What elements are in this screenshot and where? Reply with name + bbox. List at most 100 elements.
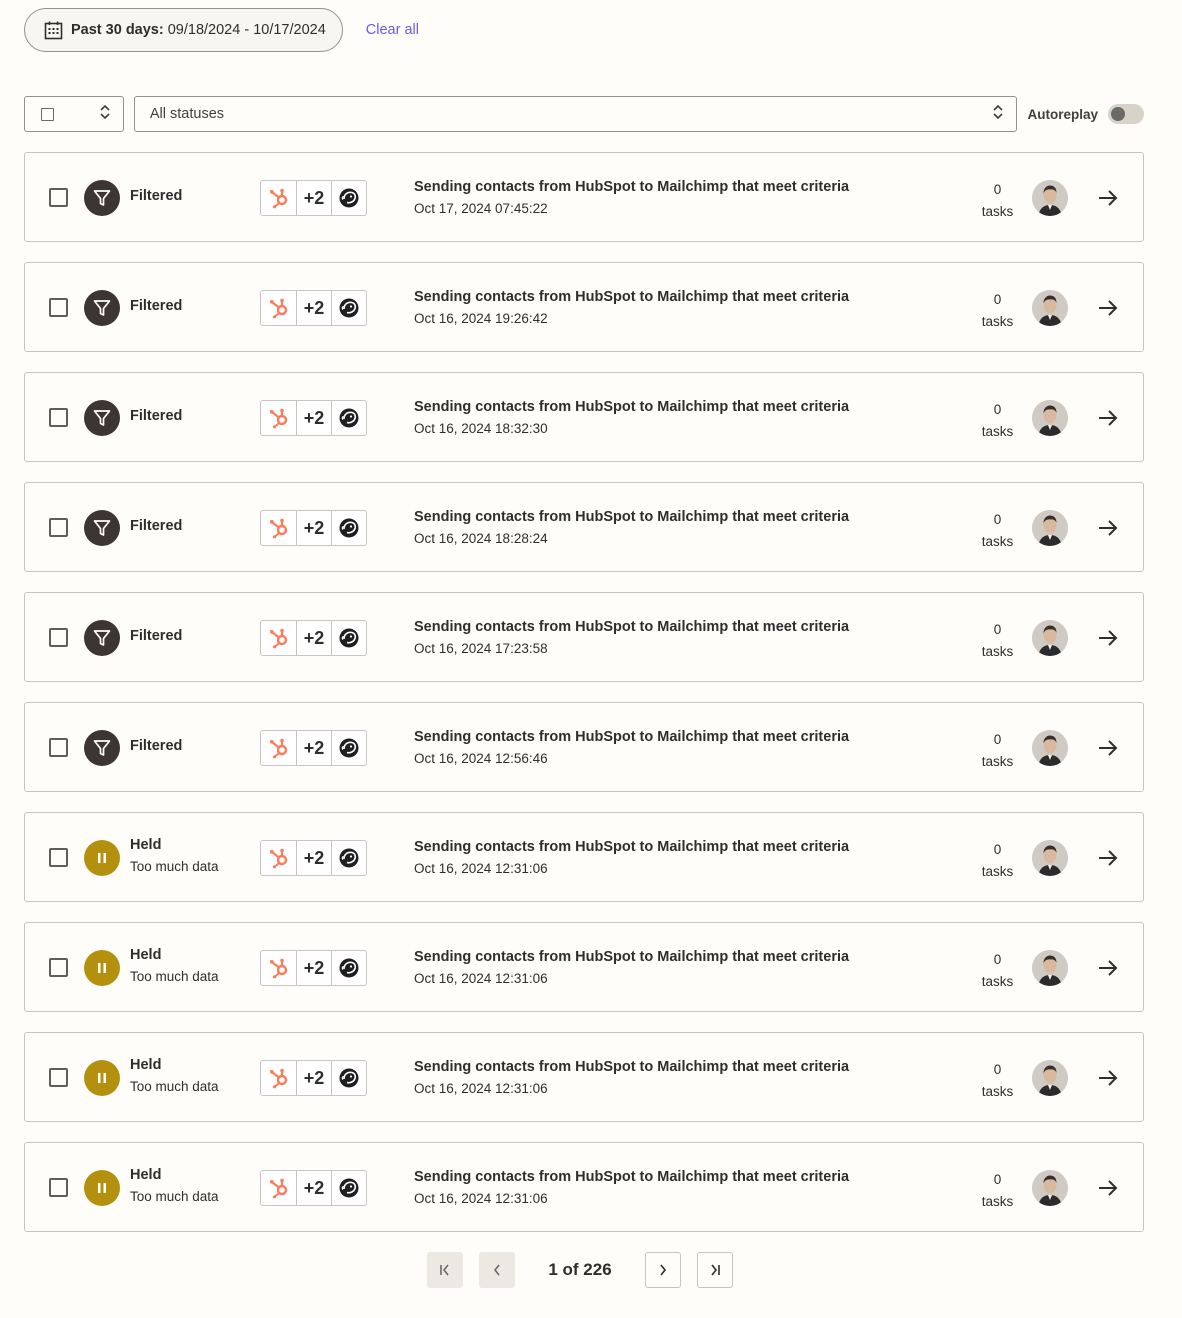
select-all-dropdown[interactable]	[24, 96, 124, 132]
pause-icon	[84, 840, 120, 876]
status-text: Filtered	[130, 298, 182, 314]
row-checkbox[interactable]	[49, 298, 68, 317]
date-filter-range: 09/18/2024 - 10/17/2024	[167, 22, 326, 38]
task-count: 0 tasks	[975, 179, 1020, 223]
row-checkbox[interactable]	[49, 738, 68, 757]
row-checkbox[interactable]	[49, 1178, 68, 1197]
more-apps-count: +2	[296, 511, 331, 545]
more-apps-count: +2	[296, 1061, 331, 1095]
zap-run-row[interactable]: Filtered +2 Sending contacts from HubSpo…	[24, 262, 1144, 352]
mailchimp-icon	[331, 291, 366, 325]
filter-funnel-icon	[84, 510, 120, 546]
next-page-button[interactable]	[645, 1252, 681, 1288]
zap-run-row[interactable]: Held Too much data +2 Sending contacts f…	[24, 812, 1144, 902]
task-count: 0 tasks	[975, 729, 1020, 773]
row-checkbox[interactable]	[49, 188, 68, 207]
zap-run-row[interactable]: Held Too much data +2 Sending contacts f…	[24, 922, 1144, 1012]
hubspot-icon	[261, 841, 296, 875]
filter-row: All statuses Autoreplay	[24, 96, 1144, 132]
task-count-value: 0	[993, 1172, 1002, 1187]
chevron-left-icon	[493, 1264, 500, 1276]
run-date: Oct 16, 2024 12:31:06	[414, 861, 548, 876]
arrow-right-icon[interactable]	[1096, 516, 1120, 540]
select-all-checkbox[interactable]	[41, 107, 54, 121]
zap-run-row[interactable]: Filtered +2 Sending contacts from HubSpo…	[24, 152, 1144, 242]
zap-run-row[interactable]: Filtered +2 Sending contacts from HubSpo…	[24, 482, 1144, 572]
date-filter-label: Past 30 days:	[71, 22, 164, 38]
autoreplay-toggle[interactable]	[1108, 104, 1144, 124]
zap-title: Sending contacts from HubSpot to Mailchi…	[414, 949, 850, 965]
status-label: Filtered	[130, 628, 183, 644]
more-apps-count: +2	[296, 291, 331, 325]
zap-run-row[interactable]: Held Too much data +2 Sending contacts f…	[24, 1142, 1144, 1232]
avatar	[1032, 840, 1068, 876]
zap-runs-list: Filtered +2 Sending contacts from HubSpo…	[24, 152, 1144, 1252]
zap-info: Sending contacts from HubSpot to Mailchi…	[414, 289, 849, 326]
arrow-right-icon[interactable]	[1096, 1066, 1120, 1090]
avatar	[1032, 510, 1068, 546]
arrow-right-icon[interactable]	[1096, 956, 1120, 980]
zap-info: Sending contacts from HubSpot to Mailchi…	[414, 949, 849, 986]
row-checkbox[interactable]	[49, 1068, 68, 1087]
arrow-right-icon[interactable]	[1096, 186, 1120, 210]
avatar	[1032, 950, 1068, 986]
task-count-label: tasks	[981, 1084, 1014, 1099]
arrow-right-icon[interactable]	[1096, 736, 1120, 760]
task-count-value: 0	[993, 732, 1002, 747]
avatar	[1032, 1060, 1068, 1096]
status-label: Held	[130, 837, 162, 853]
date-range-filter[interactable]: Past 30 days: 09/18/2024 - 10/17/2024	[24, 8, 343, 52]
zap-run-row[interactable]: Filtered +2 Sending contacts from HubSpo…	[24, 702, 1144, 792]
zap-run-row[interactable]: Filtered +2 Sending contacts from HubSpo…	[24, 592, 1144, 682]
more-apps-count: +2	[296, 951, 331, 985]
mailchimp-icon	[331, 511, 366, 545]
task-count-label: tasks	[981, 644, 1014, 659]
mailchimp-icon	[331, 1061, 366, 1095]
mailchimp-icon	[331, 951, 366, 985]
status-text: Held Too much data	[130, 1057, 219, 1094]
filter-funnel-icon	[84, 620, 120, 656]
status-text: Filtered	[130, 628, 182, 644]
app-icons: +2	[260, 1060, 367, 1096]
chevron-up-down-icon	[992, 104, 1004, 124]
autoreplay-label: Autoreplay	[1027, 106, 1098, 122]
avatar	[1032, 180, 1068, 216]
row-checkbox[interactable]	[49, 518, 68, 537]
row-checkbox[interactable]	[49, 848, 68, 867]
first-page-button[interactable]	[427, 1252, 463, 1288]
zap-info: Sending contacts from HubSpot to Mailchi…	[414, 729, 849, 766]
clear-all-link[interactable]: Clear all	[366, 22, 419, 38]
zap-run-row[interactable]: Filtered +2 Sending contacts from HubSpo…	[24, 372, 1144, 462]
zap-title: Sending contacts from HubSpot to Mailchi…	[414, 399, 850, 415]
pause-icon	[84, 950, 120, 986]
arrow-right-icon[interactable]	[1096, 296, 1120, 320]
zap-info: Sending contacts from HubSpot to Mailchi…	[414, 179, 849, 216]
row-checkbox[interactable]	[49, 628, 68, 647]
run-date: Oct 16, 2024 18:32:30	[414, 421, 548, 436]
arrow-right-icon[interactable]	[1096, 1176, 1120, 1200]
run-date: Oct 17, 2024 07:45:22	[414, 201, 548, 216]
avatar	[1032, 400, 1068, 436]
app-icons: +2	[260, 180, 367, 216]
task-count-label: tasks	[981, 204, 1014, 219]
row-checkbox[interactable]	[49, 408, 68, 427]
last-page-button[interactable]	[697, 1252, 733, 1288]
previous-page-button[interactable]	[479, 1252, 515, 1288]
status-label: Filtered	[130, 408, 183, 424]
more-apps-count: +2	[296, 1171, 331, 1205]
app-icons: +2	[260, 620, 367, 656]
page-current: 1	[548, 1260, 558, 1279]
status-text: Filtered	[130, 738, 182, 754]
arrow-right-icon[interactable]	[1096, 626, 1120, 650]
zap-run-row[interactable]: Held Too much data +2 Sending contacts f…	[24, 1032, 1144, 1122]
arrow-right-icon[interactable]	[1096, 846, 1120, 870]
arrow-right-icon[interactable]	[1096, 406, 1120, 430]
pagination: 1 of 226	[427, 1252, 733, 1288]
task-count: 0 tasks	[975, 509, 1020, 553]
task-count-value: 0	[993, 1062, 1002, 1077]
status-filter-select[interactable]: All statuses	[133, 96, 1018, 132]
task-count: 0 tasks	[975, 619, 1020, 663]
avatar	[1032, 1170, 1068, 1206]
row-checkbox[interactable]	[49, 958, 68, 977]
status-label: Held	[130, 1057, 162, 1073]
